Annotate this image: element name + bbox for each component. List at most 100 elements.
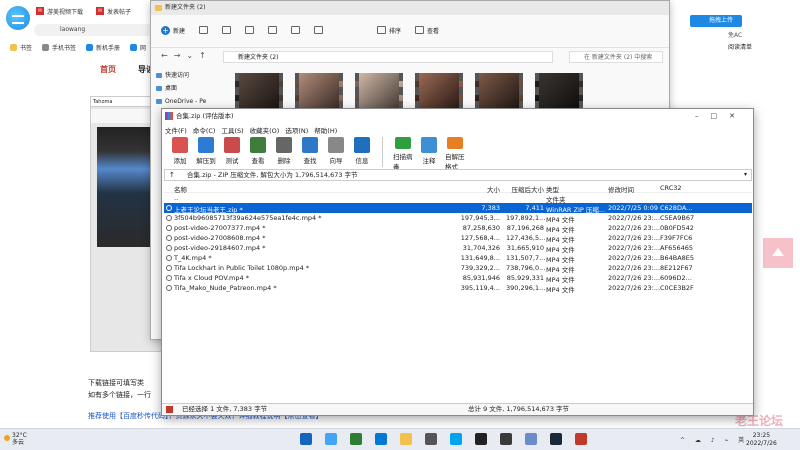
nav-home[interactable]: 首页 [100, 64, 116, 75]
file-row[interactable]: post-video-29184607.mp4 * 31,704,326 31,66… [164, 243, 752, 254]
cell-name: T_4K.mp4 * [174, 254, 212, 262]
taskbar-steam-icon[interactable] [550, 433, 562, 445]
cell-size: 739,329,2... [460, 264, 500, 272]
bookmark-1[interactable]: 书签 [10, 42, 32, 52]
tool-view-button[interactable]: 查看 [248, 137, 268, 171]
taskbar-settings-icon[interactable] [425, 433, 437, 445]
menu-favorites[interactable]: 收藏夹(O) [250, 125, 280, 135]
taskbar-store-icon[interactable] [375, 433, 387, 445]
parent-folder-row[interactable]: .. 文件夹 [164, 193, 752, 204]
taskbar-search-icon[interactable] [325, 433, 337, 445]
tool-wizard-button[interactable]: 向导 [326, 137, 346, 171]
nav-arrows-icon[interactable]: ←→⌄↑ [161, 51, 212, 60]
browser-logo-icon[interactable] [6, 6, 30, 30]
video-thumbnail[interactable] [475, 73, 523, 109]
menu-tools[interactable]: 工具(S) [221, 125, 243, 135]
explorer-search-input[interactable]: 在 新建文件夹 (2) 中搜索 [569, 51, 663, 63]
paste-icon[interactable] [245, 26, 255, 34]
taskbar-edge-icon[interactable] [350, 433, 362, 445]
file-row[interactable]: 上老王论坛当老王.zip * 7,383 7,411 WinRAR ZIP 压缩...… [164, 203, 752, 214]
window-controls[interactable]: –□✕ [695, 109, 747, 123]
video-thumbnail[interactable] [355, 73, 403, 109]
tool-add-button[interactable]: 添加 [170, 137, 190, 171]
col-crc[interactable]: CRC32 [660, 184, 682, 192]
new-button[interactable]: + 新建 [161, 25, 185, 35]
cell-packed: 738,796,0... [506, 264, 546, 272]
bookmark-3[interactable]: 新机手册 [86, 42, 120, 52]
system-tray[interactable]: ^ ☁ ♪ ⌁ 英 [680, 435, 748, 444]
tool-comment-button[interactable]: 注释 [419, 137, 439, 171]
bookmark-4[interactable]: 网 [130, 42, 146, 52]
file-row[interactable]: T_4K.mp4 * 131,649,8... 131,507,7... MP4 文件… [164, 253, 752, 264]
menu-commands[interactable]: 命令(C) [193, 125, 216, 135]
bookmark-2[interactable]: 手机书签 [42, 42, 76, 52]
bookmark-label: 网 [140, 44, 147, 52]
archive-path-bar[interactable]: ↑ 合集.zip - ZIP 压缩文件, 解包大小为 1,796,514,673… [164, 169, 752, 181]
folder-icon [155, 5, 162, 11]
tool-test-button[interactable]: 测试 [222, 137, 242, 171]
tool-extract-button[interactable]: 解压到 [196, 137, 216, 171]
sort-icon [377, 26, 387, 34]
taskbar-network-icon[interactable] [525, 433, 537, 445]
menu-options[interactable]: 选项(N) [285, 125, 308, 135]
file-row[interactable]: Tifa x Cloud POV.mp4 * 85,931,946 85,929,3… [164, 273, 752, 284]
weather-widget[interactable]: 32°C 多云 [12, 432, 27, 446]
tool-label: 自解压格式 [445, 153, 465, 171]
taskbar-explorer-icon[interactable] [400, 433, 412, 445]
video-thumbnail[interactable] [535, 73, 583, 109]
taskbar-start-icon[interactable] [300, 433, 312, 445]
file-icon [166, 215, 172, 221]
tool-sfx-button[interactable]: 自解压格式 [445, 137, 465, 171]
cut-icon[interactable] [199, 26, 209, 34]
tool-info-button[interactable]: 信息 [352, 137, 372, 171]
nav-onedrive[interactable]: OneDrive - Pe [151, 95, 231, 108]
winrar-titlebar: 合集.zip (评估版本) –□✕ [162, 109, 753, 123]
reading-list[interactable]: 阅读清单 [728, 42, 752, 51]
bookmark-label: 新机手册 [96, 44, 121, 52]
file-list-header: 名称 大小 压缩后大小 类型 修改时间 CRC32 [164, 183, 752, 194]
share-icon[interactable] [291, 26, 301, 34]
clock[interactable]: 23:25 2022/7/26 [746, 432, 777, 448]
tool-label: 信息 [355, 157, 369, 165]
rename-icon[interactable] [268, 26, 278, 34]
chevron-down-icon[interactable]: ▾ [744, 170, 747, 180]
view-button[interactable]: 查看 [415, 26, 439, 35]
browser-tab-2[interactable]: M 发表帖子 [96, 4, 131, 18]
file-row[interactable]: Tifa_Mako_Nude_Patreon.mp4 * 395,119,4...… [164, 283, 752, 294]
file-row[interactable]: Tifa Lockhart in Public Toilet 1080p.mp4… [164, 263, 752, 274]
copy-icon[interactable] [222, 26, 232, 34]
menu-file[interactable]: 文件(F) [165, 125, 187, 135]
video-thumbnail[interactable] [415, 73, 463, 109]
menu-help[interactable]: 帮助(H) [314, 125, 337, 135]
file-row[interactable]: post-video-27007377.mp4 * 87,258,630 87,19… [164, 223, 752, 234]
tab-favicon-icon: M [96, 7, 104, 15]
browser-tab-1[interactable]: M 游美视频下载 [36, 4, 83, 18]
scroll-top-button[interactable] [763, 238, 793, 268]
tool-label: 扫描病毒 [393, 153, 413, 171]
sort-button[interactable]: 排序 [377, 26, 401, 35]
file-row[interactable]: 3f504b96085713f39a624e575ea1fe4c.mp4 * 19… [164, 213, 752, 224]
cell-name: post-video-27007377.mp4 * [174, 224, 266, 232]
archive-path-text: 合集.zip - ZIP 压缩文件, 解包大小为 1,796,514,673 字… [187, 171, 358, 179]
tool-virus-scan-button[interactable]: 扫描病毒 [393, 137, 413, 171]
status-icon [166, 406, 173, 413]
toolbar-separator [382, 137, 383, 167]
taskbar-winrar-icon[interactable] [575, 433, 587, 445]
upload-button[interactable]: 拖拽上传 [690, 15, 742, 27]
browser-address-bar[interactable]: laowang [34, 24, 154, 36]
cell-packed: 127,436,5... [506, 234, 546, 242]
taskbar-windows-icon[interactable] [450, 433, 462, 445]
nav-desktop[interactable]: 桌面 [151, 82, 231, 95]
file-row[interactable]: post-video-27008608.mp4 * 127,568,4... 127… [164, 233, 752, 244]
delete-icon[interactable] [314, 26, 324, 34]
video-thumbnail[interactable] [295, 73, 343, 109]
nav-quick-access[interactable]: 快速访问 [151, 69, 231, 82]
up-folder-icon[interactable]: ↑ [169, 170, 175, 180]
globe-icon [130, 43, 137, 51]
taskbar-app-icon[interactable] [500, 433, 512, 445]
explorer-path[interactable]: 新建文件夹 (2) [223, 51, 553, 63]
tool-find-button[interactable]: 查找 [300, 137, 320, 171]
video-thumbnail[interactable] [235, 73, 283, 109]
tool-delete-button[interactable]: 删除 [274, 137, 294, 171]
taskbar-terminal-icon[interactable] [475, 433, 487, 445]
